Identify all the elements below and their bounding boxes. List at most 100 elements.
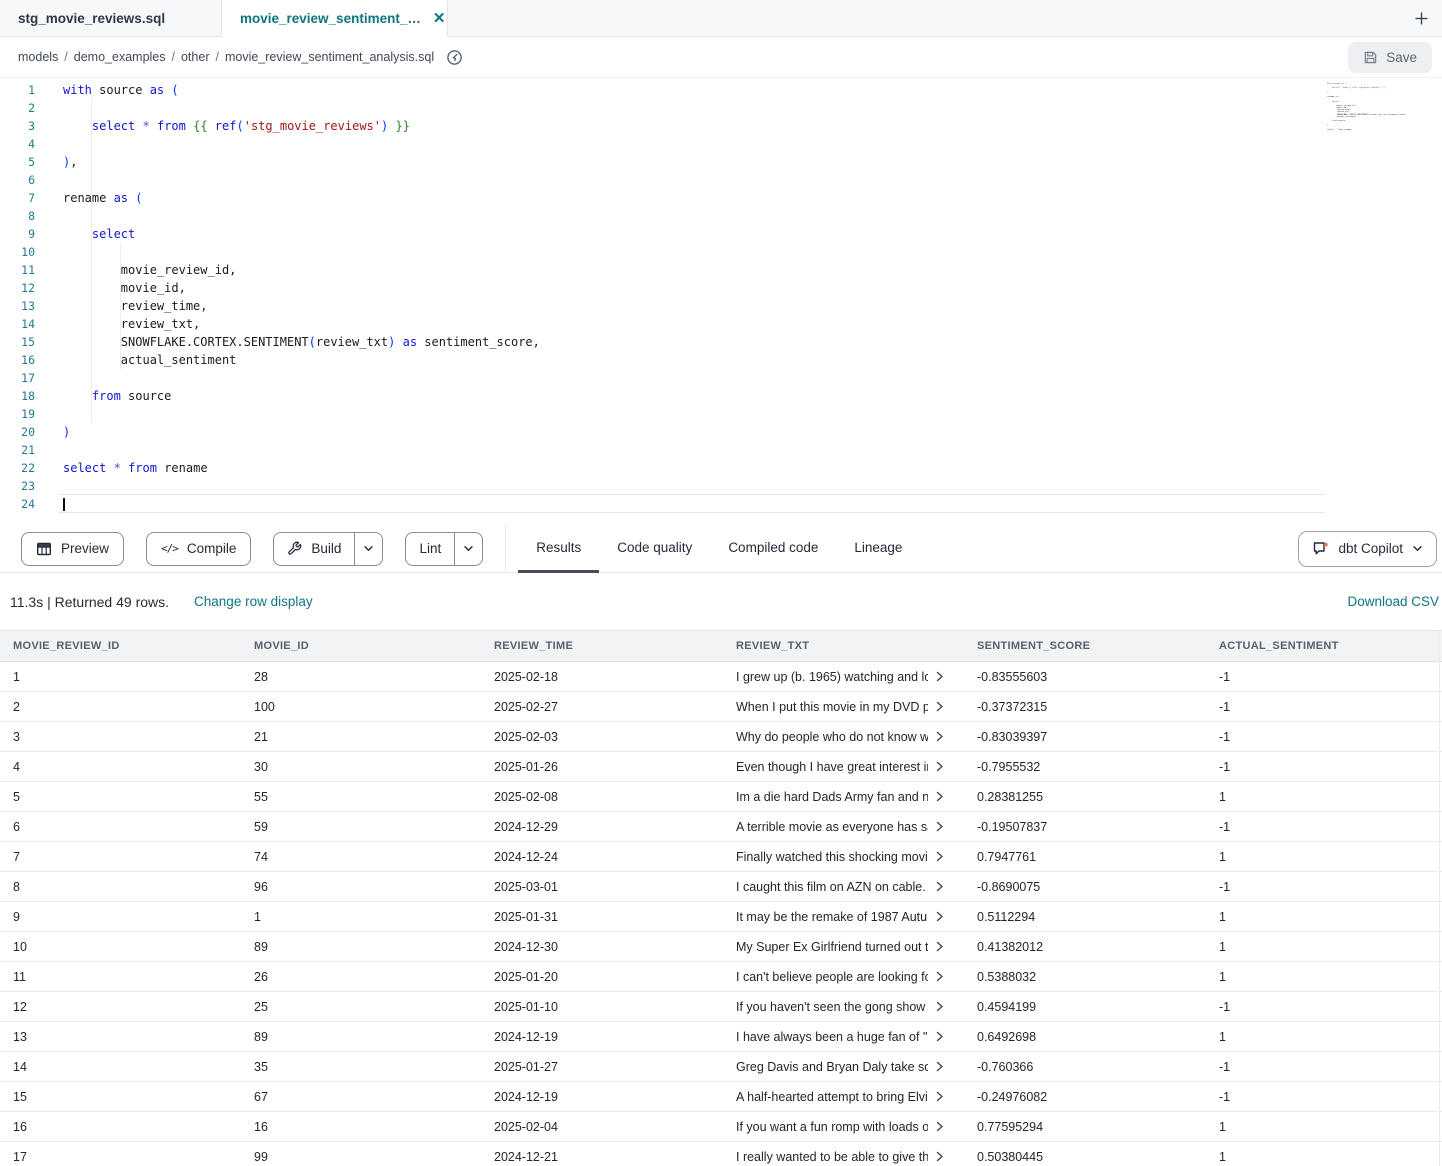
preview-button[interactable]: Preview xyxy=(21,532,124,566)
results-tab-compiled-code[interactable]: Compiled code xyxy=(710,525,836,573)
cell-sentiment-score: -0.24976082 xyxy=(964,1090,1206,1104)
expand-cell-icon[interactable] xyxy=(936,761,944,772)
code-line-9[interactable]: 9 select xyxy=(0,225,1442,243)
expand-cell-icon[interactable] xyxy=(936,821,944,832)
code-line-3[interactable]: 3 select * from {{ ref('stg_movie_review… xyxy=(0,117,1442,135)
code-line-23[interactable]: 23 xyxy=(0,477,1442,495)
new-tab-button[interactable] xyxy=(1413,10,1430,27)
cell-review-time: 2024-12-19 xyxy=(481,1030,723,1044)
expand-cell-icon[interactable] xyxy=(936,791,944,802)
expand-cell-icon[interactable] xyxy=(936,1031,944,1042)
download-csv-link[interactable]: Download CSV xyxy=(1347,594,1439,609)
change-row-display-link[interactable]: Change row display xyxy=(194,594,313,609)
breadcrumb-separator: / xyxy=(215,50,218,64)
expand-cell-icon[interactable] xyxy=(936,911,944,922)
code-line-7[interactable]: 7rename as ( xyxy=(0,189,1442,207)
editor-minimap[interactable]: with source as ( select * from {{ ref('s… xyxy=(1327,83,1415,136)
code-line-1[interactable]: 1with source as ( xyxy=(0,81,1442,99)
line-number: 9 xyxy=(0,225,35,243)
lint-dropdown-button[interactable] xyxy=(455,533,482,565)
line-number: 10 xyxy=(0,243,35,261)
tab-movie-review-sentiment[interactable]: movie_review_sentiment_… ✕ xyxy=(222,0,448,37)
code-line-4[interactable]: 4 xyxy=(0,135,1442,153)
code-line-17[interactable]: 17 xyxy=(0,369,1442,387)
cell-review-txt: When I put this movie in my DVD playe… xyxy=(723,700,964,714)
expand-cell-icon[interactable] xyxy=(936,671,944,682)
code-line-20[interactable]: 20) xyxy=(0,423,1442,441)
review-text: I can't believe people are looking for a… xyxy=(736,970,928,984)
code-line-10[interactable]: 10 xyxy=(0,243,1442,261)
results-tab-results[interactable]: Results xyxy=(518,525,599,573)
expand-cell-icon[interactable] xyxy=(936,1091,944,1102)
code-line-6[interactable]: 6 xyxy=(0,171,1442,189)
expand-cell-icon[interactable] xyxy=(936,941,944,952)
results-tab-code-quality[interactable]: Code quality xyxy=(599,525,710,573)
cell-review-time: 2024-12-30 xyxy=(481,940,723,954)
column-header-movie_id[interactable]: MOVIE_ID xyxy=(241,640,481,652)
code-line-16[interactable]: 16 actual_sentiment xyxy=(0,351,1442,369)
save-button[interactable]: Save xyxy=(1348,42,1432,73)
expand-cell-icon[interactable] xyxy=(936,1151,944,1162)
close-icon[interactable]: ✕ xyxy=(433,11,446,26)
expand-cell-icon[interactable] xyxy=(936,1121,944,1132)
breadcrumb-segment[interactable]: movie_review_sentiment_analysis.sql xyxy=(225,50,434,64)
column-header-review_time[interactable]: REVIEW_TIME xyxy=(481,640,723,652)
breadcrumb: models/demo_examples/other/movie_review_… xyxy=(18,50,440,64)
cell-movie-id: 67 xyxy=(241,1090,481,1104)
code-line-11[interactable]: 11 movie_review_id, xyxy=(0,261,1442,279)
column-header-sentiment_score[interactable]: SENTIMENT_SCORE xyxy=(964,640,1206,652)
expand-cell-icon[interactable] xyxy=(936,851,944,862)
code-line-21[interactable]: 21 xyxy=(0,441,1442,459)
expand-cell-icon[interactable] xyxy=(936,731,944,742)
expand-cell-icon[interactable] xyxy=(936,881,944,892)
line-number: 3 xyxy=(0,117,35,135)
expand-cell-icon[interactable] xyxy=(936,1001,944,1012)
copilot-file-badge[interactable] xyxy=(446,49,463,66)
breadcrumb-segment[interactable]: demo_examples xyxy=(74,50,166,64)
column-header-actual_sentiment[interactable]: ACTUAL_SENTIMENT xyxy=(1206,640,1442,652)
code-line-19[interactable]: 19 xyxy=(0,405,1442,423)
cell-movie-review-id: 12 xyxy=(0,1000,241,1014)
cell-movie-review-id: 16 xyxy=(0,1120,241,1134)
code-text: with source as ( xyxy=(63,81,179,99)
compile-button[interactable]: </> Compile xyxy=(146,532,251,566)
tab-stg-movie-reviews[interactable]: stg_movie_reviews.sql xyxy=(0,0,222,37)
code-line-8[interactable]: 8 xyxy=(0,207,1442,225)
code-line-24[interactable]: 24 xyxy=(0,495,1442,513)
lint-button[interactable]: Lint xyxy=(406,533,455,565)
breadcrumb-segment[interactable]: other xyxy=(181,50,210,64)
expand-cell-icon[interactable] xyxy=(936,701,944,712)
code-line-18[interactable]: 18 from source xyxy=(0,387,1442,405)
review-text: Why do people who do not know what… xyxy=(736,730,928,744)
code-line-13[interactable]: 13 review_time, xyxy=(0,297,1442,315)
code-line-15[interactable]: 15 SNOWFLAKE.CORTEX.SENTIMENT(review_txt… xyxy=(0,333,1442,351)
column-header-movie_review_id[interactable]: MOVIE_REVIEW_ID xyxy=(0,640,241,652)
column-header-review_txt[interactable]: REVIEW_TXT xyxy=(723,640,964,652)
cell-movie-id: 1 xyxy=(241,910,481,924)
build-dropdown-button[interactable] xyxy=(355,533,382,565)
save-label: Save xyxy=(1386,50,1417,65)
cell-sentiment-score: 0.50380445 xyxy=(964,1150,1206,1164)
cell-sentiment-score: 0.77595294 xyxy=(964,1120,1206,1134)
line-number: 20 xyxy=(0,423,35,441)
expand-cell-icon[interactable] xyxy=(936,1061,944,1072)
results-tab-lineage[interactable]: Lineage xyxy=(836,525,920,573)
code-editor[interactable]: 1with source as (23 select * from {{ ref… xyxy=(0,78,1442,525)
code-text: ) xyxy=(63,423,70,441)
code-line-5[interactable]: 5), xyxy=(0,153,1442,171)
code-line-2[interactable]: 2 xyxy=(0,99,1442,117)
breadcrumb-segment[interactable]: models xyxy=(18,50,58,64)
expand-cell-icon[interactable] xyxy=(936,971,944,982)
code-line-12[interactable]: 12 movie_id, xyxy=(0,279,1442,297)
code-line-22[interactable]: 22select * from rename xyxy=(0,459,1442,477)
code-icon: </> xyxy=(161,542,178,555)
cell-movie-id: 21 xyxy=(241,730,481,744)
build-button[interactable]: Build xyxy=(274,533,355,565)
cell-movie-id: 55 xyxy=(241,790,481,804)
floppy-icon xyxy=(1363,50,1378,65)
chevron-down-icon xyxy=(463,543,474,554)
dbt-copilot-button[interactable]: dbt Copilot xyxy=(1298,531,1437,567)
cell-review-txt: I grew up (b. 1965) watching and lovin… xyxy=(723,670,964,684)
cell-movie-review-id: 14 xyxy=(0,1060,241,1074)
code-line-14[interactable]: 14 review_txt, xyxy=(0,315,1442,333)
